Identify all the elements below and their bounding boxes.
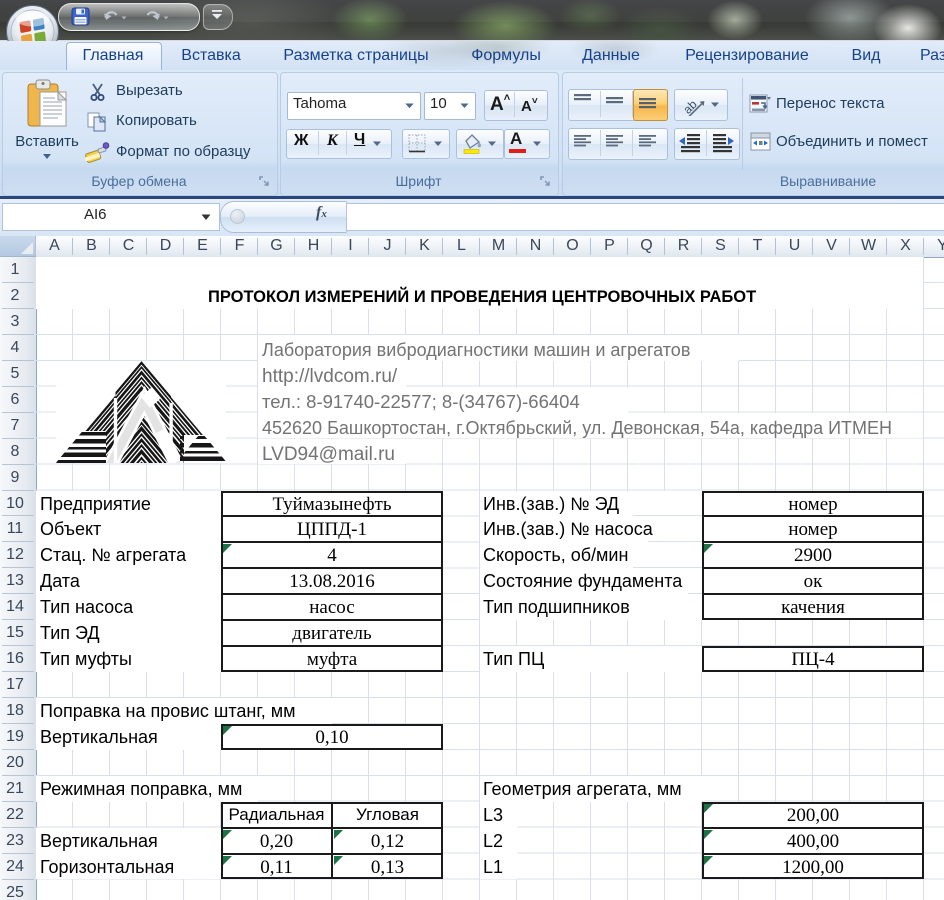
svg-text:ab: ab [680,97,700,116]
